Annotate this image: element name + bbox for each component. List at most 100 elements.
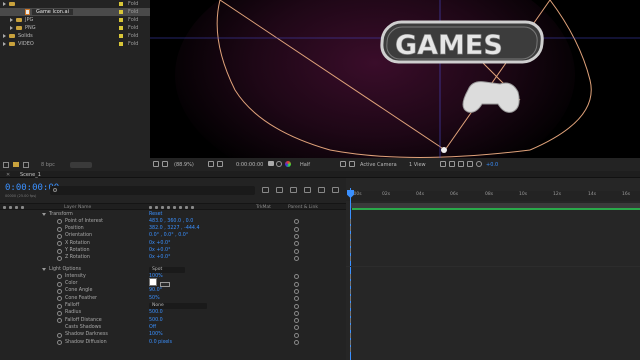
layer-duration-bar[interactable] (352, 208, 640, 210)
keyframe-marker[interactable] (350, 340, 351, 345)
stopwatch-icon[interactable] (57, 288, 62, 294)
twirl-down-icon[interactable] (42, 213, 46, 216)
effect-switch-icon[interactable] (167, 205, 170, 209)
label-swatch[interactable] (119, 42, 123, 46)
snapshot-icon[interactable] (268, 161, 274, 166)
property-value[interactable]: Off (149, 325, 156, 330)
pick-whip-icon[interactable] (294, 255, 299, 261)
property-row[interactable]: Y Rotation 0x +0.0° (0, 248, 346, 255)
region-of-interest-icon[interactable] (340, 161, 346, 167)
reset-exposure-icon[interactable] (476, 161, 482, 167)
label-swatch[interactable] (119, 2, 123, 6)
property-value[interactable]: 382.0 , 3227 , -444.4 (149, 226, 200, 231)
stopwatch-icon[interactable] (57, 296, 62, 302)
trash-icon[interactable] (70, 162, 92, 168)
timeline-graph-area[interactable]: :00s 02s 04s 06s 08s 10s 12s 14s 16s (346, 178, 640, 360)
property-row[interactable]: Falloff None (0, 303, 346, 310)
reset-link[interactable]: Reset (149, 212, 162, 217)
pixel-aspect-icon[interactable] (440, 161, 446, 167)
layer-search-input[interactable] (50, 186, 255, 195)
stopwatch-icon[interactable] (57, 274, 62, 280)
property-row[interactable]: Cone Angle 90.0° (0, 288, 346, 295)
pick-whip-icon[interactable] (294, 340, 299, 345)
property-row[interactable]: X Rotation 0x +0.0° (0, 240, 346, 247)
pick-whip-icon[interactable] (294, 241, 299, 247)
collapse-switch-icon[interactable] (155, 205, 158, 209)
property-row[interactable]: Casts Shadows Off (0, 324, 346, 331)
stopwatch-icon[interactable] (57, 340, 62, 345)
stopwatch-icon[interactable] (57, 303, 62, 309)
property-value[interactable]: 90.0° (149, 288, 162, 293)
keyframe-marker[interactable] (350, 274, 351, 279)
motion-blur-switch-icon[interactable] (179, 205, 182, 209)
shy-switch-icon[interactable] (149, 205, 152, 209)
camera-dropdown[interactable]: Active Camera (360, 162, 397, 168)
property-row[interactable]: Shadow Diffusion 0.0 pixels (0, 339, 346, 346)
stopwatch-icon[interactable] (57, 255, 62, 261)
light-color-swatch[interactable] (149, 278, 157, 286)
stopwatch-icon[interactable] (57, 219, 62, 225)
project-item[interactable]: PNG Fold (0, 24, 150, 32)
show-channel-icon[interactable] (285, 161, 291, 167)
twirl-icon[interactable] (10, 26, 13, 30)
always-preview-icon[interactable] (153, 161, 159, 167)
keyframe-marker[interactable] (350, 281, 351, 286)
keyframe-marker[interactable] (350, 325, 351, 330)
property-value[interactable]: 0x +0.0° (149, 241, 170, 246)
view-layout-dropdown[interactable]: 1 View (409, 162, 426, 168)
column-layer-name[interactable]: Layer Name (64, 205, 91, 210)
transparency-grid-icon[interactable] (349, 161, 355, 167)
keyframe-marker[interactable] (350, 241, 351, 246)
keyframe-marker[interactable] (350, 289, 351, 294)
label-swatch[interactable] (119, 10, 123, 14)
keyframe-marker[interactable] (350, 333, 351, 338)
property-value[interactable]: 0.0 pixels (149, 340, 172, 345)
pick-whip-icon[interactable] (294, 248, 299, 254)
column-tracker[interactable]: TrkMat (256, 205, 271, 210)
label-swatch[interactable] (119, 18, 123, 22)
adjustment-switch-icon[interactable] (185, 205, 188, 209)
twirl-icon[interactable] (3, 2, 6, 6)
frame-blending-icon[interactable] (304, 187, 311, 193)
viewer-timecode[interactable]: 0:00:00:00 (236, 162, 263, 168)
eyedropper-icon[interactable] (160, 282, 170, 287)
shy-layers-icon[interactable] (290, 187, 297, 193)
label-swatch[interactable] (119, 26, 123, 30)
games-logo-layer[interactable]: GAMES (380, 20, 544, 64)
stopwatch-icon[interactable] (57, 332, 62, 338)
solo-switch-icon[interactable] (15, 205, 18, 209)
magnification-label[interactable]: (88.9%) (174, 162, 194, 168)
video-switch-icon[interactable] (3, 205, 6, 209)
graph-editor-icon[interactable] (332, 187, 339, 193)
keyframe-marker[interactable] (350, 256, 351, 261)
flowchart-icon[interactable] (467, 161, 473, 167)
property-row[interactable]: Z Rotation 0x +0.0° (0, 255, 346, 262)
stopwatch-icon[interactable] (57, 241, 62, 247)
property-row-light-options[interactable]: Light Options Spot (0, 266, 346, 273)
exposure-value[interactable]: +0.0 (486, 162, 498, 168)
light-type-dropdown[interactable]: Spot (149, 266, 185, 273)
keyframe-marker[interactable] (350, 318, 351, 323)
stopwatch-icon[interactable] (57, 281, 62, 287)
keyframe-marker[interactable] (350, 226, 351, 231)
keyframe-marker[interactable] (350, 311, 351, 316)
project-item[interactable]: Fold (0, 0, 150, 8)
pick-whip-icon[interactable] (294, 310, 299, 316)
property-row[interactable]: Position 382.0 , 3227 , -444.4 (0, 226, 346, 233)
twirl-icon[interactable] (10, 18, 13, 22)
property-row[interactable]: Orientation 0.0° , 0.0° , 0.0° (0, 233, 346, 240)
new-composition-icon[interactable] (23, 162, 29, 168)
new-folder-icon[interactable] (13, 162, 19, 167)
property-row[interactable]: Falloff Distance 500.0 (0, 317, 346, 324)
property-value[interactable]: 0x +0.0° (149, 255, 170, 260)
property-value[interactable]: 500.0 (149, 310, 163, 315)
fast-previews-icon[interactable] (449, 161, 455, 167)
falloff-dropdown[interactable]: None (149, 303, 207, 309)
keyframe-marker[interactable] (350, 248, 351, 253)
draft-3d-icon[interactable] (276, 187, 283, 193)
property-value[interactable]: 483.0 , 360.0 , 0.0 (149, 219, 193, 224)
pick-whip-icon[interactable] (294, 325, 299, 331)
light-icon[interactable] (441, 147, 447, 153)
resolution-dropdown[interactable]: Half (300, 162, 310, 168)
project-item[interactable]: Solids Fold (0, 32, 150, 40)
